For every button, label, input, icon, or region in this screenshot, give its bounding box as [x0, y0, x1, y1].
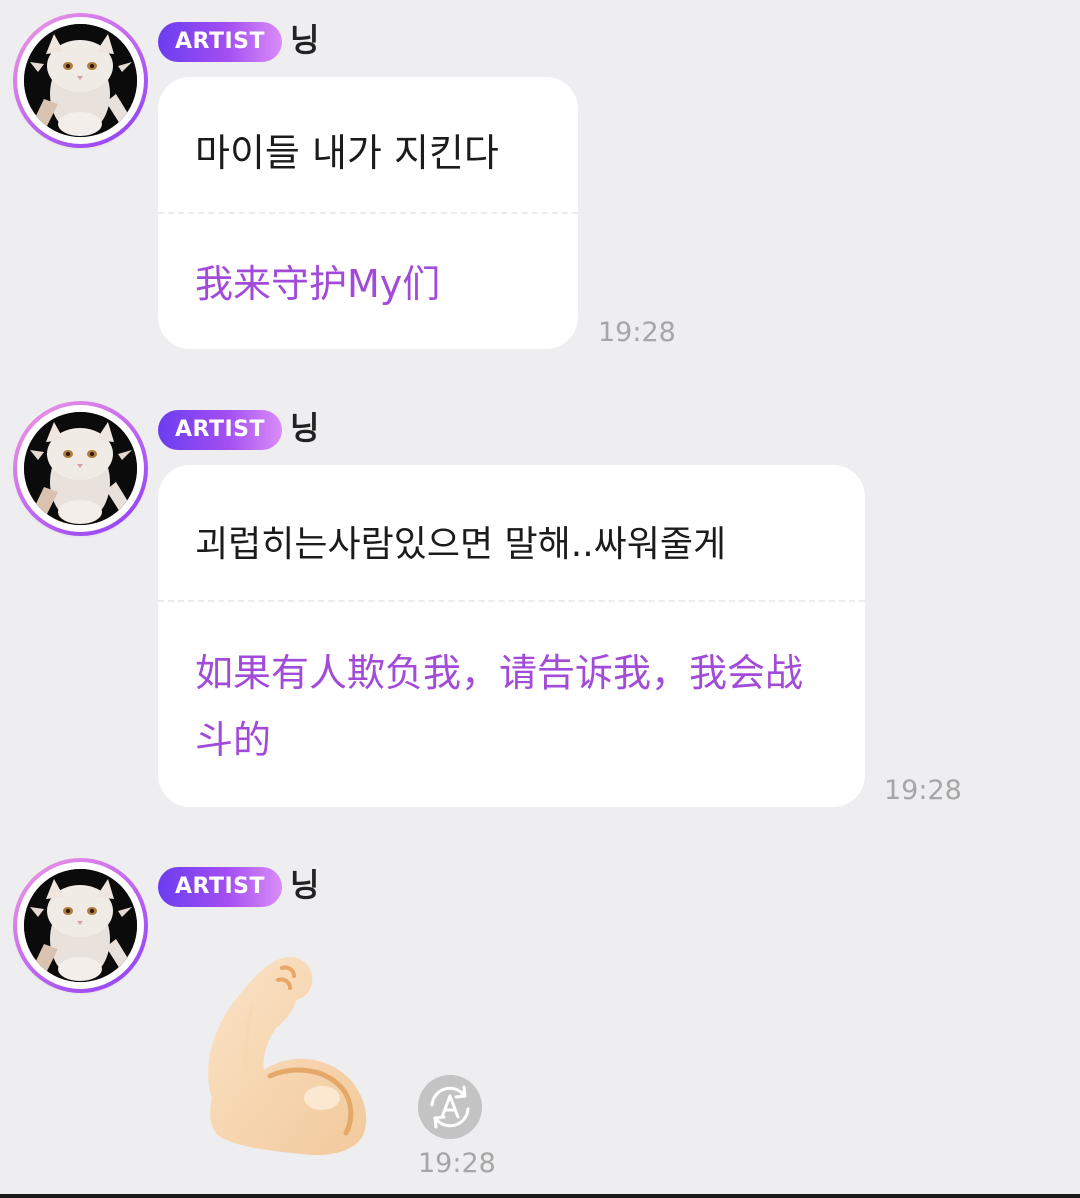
- artist-badge: ARTIST: [158, 867, 282, 907]
- message-3: ARTIST 닝 19:28: [0, 0, 1080, 1198]
- flexed-biceps-icon[interactable]: [182, 948, 382, 1158]
- message-time: 19:28: [418, 1148, 496, 1179]
- sender-name: 닝: [290, 866, 320, 904]
- avatar[interactable]: [13, 858, 148, 993]
- bottom-edge: [0, 1194, 1080, 1198]
- avatar-border: [17, 862, 144, 989]
- auto-translate-icon[interactable]: [418, 1075, 482, 1139]
- cat-avatar-image: [24, 869, 137, 982]
